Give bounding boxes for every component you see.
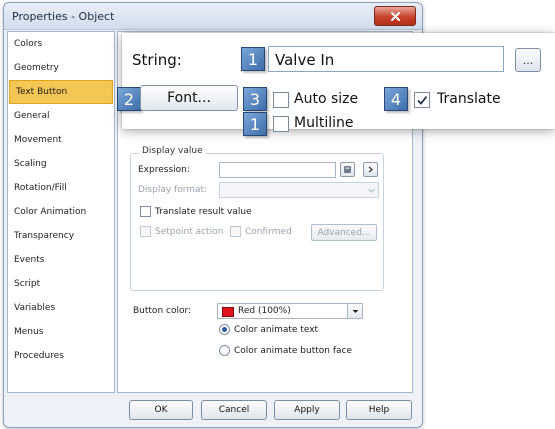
display-format-label: Display format:: [138, 185, 208, 195]
sidebar-item-rotation-fill[interactable]: Rotation/Fill: [8, 176, 114, 200]
translate-label: Translate: [437, 91, 501, 107]
sidebar-item-color-animation[interactable]: Color Animation: [8, 200, 114, 224]
ok-button[interactable]: OK: [129, 400, 193, 420]
close-button[interactable]: [374, 6, 416, 26]
setpoint-action-checkbox[interactable]: [140, 226, 151, 237]
expression-arrow-button[interactable]: [363, 162, 378, 177]
color-animate-face-radio[interactable]: [219, 345, 230, 356]
expression-label: Expression:: [138, 165, 190, 175]
database-icon: [344, 166, 351, 173]
badge-3-auto-size: 3: [243, 87, 267, 111]
multiline-label: Multiline: [294, 115, 354, 131]
sidebar-item-script[interactable]: Script: [8, 272, 114, 296]
translate-checkbox[interactable]: [414, 92, 430, 108]
auto-size-label: Auto size: [294, 91, 359, 107]
color-animate-text-label: Color animate text: [234, 325, 319, 335]
sidebar-item-geometry[interactable]: Geometry: [8, 56, 114, 80]
sidebar-item-menus[interactable]: Menus: [8, 320, 114, 344]
button-color-select[interactable]: Red (100%): [217, 303, 363, 319]
category-sidebar: Colors Geometry Text Button General Move…: [7, 31, 115, 393]
chevron-down-icon: [364, 183, 378, 197]
display-value-legend: Display value: [139, 146, 206, 156]
multiline-checkbox[interactable]: [273, 116, 289, 132]
expression-input[interactable]: [219, 162, 336, 178]
string-label: String:: [132, 51, 182, 69]
auto-size-checkbox[interactable]: [273, 92, 289, 108]
sidebar-item-movement[interactable]: Movement: [8, 128, 114, 152]
sidebar-item-events[interactable]: Events: [8, 248, 114, 272]
color-swatch: [222, 307, 234, 317]
string-browse-button[interactable]: ...: [515, 48, 541, 72]
sidebar-item-procedures[interactable]: Procedures: [8, 344, 114, 368]
color-animate-text-radio[interactable]: [219, 324, 230, 335]
confirmed-label: Confirmed: [245, 227, 292, 237]
sidebar-item-variables[interactable]: Variables: [8, 296, 114, 320]
sidebar-item-text-button[interactable]: Text Button: [9, 80, 113, 104]
sidebar-item-scaling[interactable]: Scaling: [8, 152, 114, 176]
window-title: Properties - Object: [12, 10, 115, 23]
badge-1-string: 1: [241, 47, 265, 71]
title-bar[interactable]: Properties - Object: [4, 3, 422, 30]
checkmark-icon: [417, 95, 428, 105]
display-format-select[interactable]: [219, 182, 379, 198]
badge-1-multiline: 1: [243, 112, 267, 136]
badge-4-translate: 4: [384, 87, 408, 111]
apply-button[interactable]: Apply: [274, 400, 340, 420]
badge-2-font: 2: [117, 87, 141, 111]
button-color-label: Button color:: [133, 306, 192, 316]
sidebar-item-transparency[interactable]: Transparency: [8, 224, 114, 248]
chevron-down-icon: [347, 304, 362, 318]
translate-result-label: Translate result value: [155, 207, 252, 217]
confirmed-checkbox[interactable]: [230, 226, 241, 237]
string-input[interactable]: Valve In: [268, 46, 504, 72]
color-animate-face-label: Color animate button face: [234, 346, 353, 356]
advanced-button[interactable]: Advanced...: [311, 224, 377, 241]
cancel-button[interactable]: Cancel: [201, 400, 267, 420]
sidebar-item-general[interactable]: General: [8, 104, 114, 128]
tag-browse-button[interactable]: [340, 162, 355, 177]
help-button[interactable]: Help: [346, 400, 412, 420]
string-value: Valve In: [275, 51, 335, 69]
translate-result-checkbox[interactable]: [140, 206, 151, 217]
close-icon: [390, 11, 400, 21]
arrow-right-icon: [368, 166, 373, 173]
sidebar-item-colors[interactable]: Colors: [8, 32, 114, 56]
setpoint-action-label: Setpoint action: [155, 227, 224, 237]
button-color-value: Red (100%): [238, 306, 291, 316]
font-button[interactable]: Font...: [140, 85, 238, 111]
